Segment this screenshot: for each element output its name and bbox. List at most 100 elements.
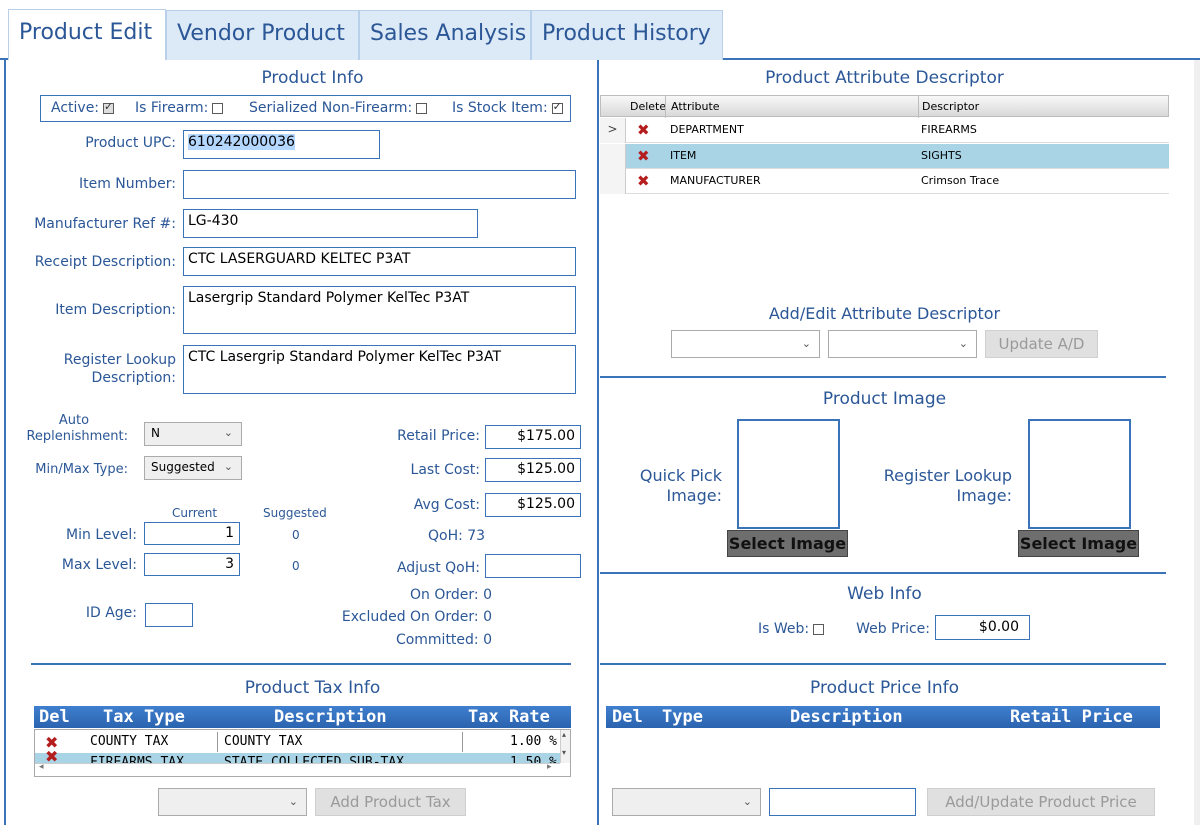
descriptor-cell: FIREARMS: [921, 123, 977, 136]
tax-del-header[interactable]: Del: [39, 707, 70, 727]
divider-left: [31, 663, 571, 665]
scroll-right-icon[interactable]: ▸: [547, 762, 552, 772]
id-age-input[interactable]: [145, 603, 193, 627]
attribute-row-selected[interactable]: ✖ ITEM SIGHTS: [600, 144, 1169, 169]
upc-label: Product UPC:: [85, 135, 176, 151]
tab-product-history[interactable]: Product History: [531, 10, 723, 60]
item-desc-input[interactable]: Lasergrip Standard Polymer KelTec P3AT: [183, 286, 576, 334]
descriptor-column-header[interactable]: Descriptor: [922, 100, 979, 113]
tax-type-header[interactable]: Tax Type: [103, 707, 185, 727]
quick-pick-select-image-button[interactable]: Select Image: [727, 530, 848, 557]
suggested-column-label: Suggested: [263, 506, 327, 520]
min-level-input[interactable]: 1: [144, 522, 240, 545]
attribute-select[interactable]: ⌄: [671, 330, 820, 358]
tax-row[interactable]: ✖ COUNTY TAX COUNTY TAX 1.00 %: [35, 732, 560, 752]
item-number-label: Item Number:: [78, 176, 176, 192]
attribute-cell: MANUFACTURER: [670, 174, 761, 187]
price-del-header[interactable]: Del: [612, 707, 643, 727]
excluded-on-order-text: Excluded On Order: 0: [341, 609, 492, 625]
retail-price-input[interactable]: $175.00: [485, 425, 581, 449]
update-ad-button[interactable]: Update A/D: [985, 330, 1098, 358]
receipt-desc-input[interactable]: CTC LASERGUARD KELTEC P3AT: [183, 247, 576, 276]
price-type-select[interactable]: ⌄: [612, 788, 761, 816]
firearm-label: Is Firearm:: [135, 100, 209, 116]
column-separator: [462, 732, 463, 752]
tab-product-edit[interactable]: Product Edit: [8, 9, 166, 61]
tax-description-header[interactable]: Description: [274, 707, 387, 727]
price-input[interactable]: [769, 788, 916, 816]
delete-x-icon[interactable]: ✖: [637, 172, 650, 190]
row-header[interactable]: >: [600, 118, 626, 143]
max-level-label: Max Level:: [61, 557, 137, 573]
tax-rate-header[interactable]: Tax Rate: [468, 707, 550, 727]
serialized-label: Serialized Non-Firearm:: [249, 100, 413, 116]
minmax-type-value: Suggested: [151, 460, 215, 474]
tab-vendor-product[interactable]: Vendor Product: [166, 10, 359, 60]
register-image-label-1: Register Lookup: [883, 466, 1012, 485]
web-price-input[interactable]: $0.00: [935, 615, 1030, 640]
adjust-qoh-label: Adjust QoH:: [396, 560, 480, 576]
tax-info-title: Product Tax Info: [244, 678, 381, 698]
add-update-product-price-button[interactable]: Add/Update Product Price: [927, 788, 1155, 816]
minmax-type-select[interactable]: Suggested ⌄: [144, 456, 242, 480]
select-image-label: Select Image: [728, 534, 847, 553]
delete-x-icon[interactable]: ✖: [637, 121, 650, 139]
upc-input[interactable]: 610242000036: [183, 130, 380, 159]
is-web-checkbox[interactable]: [813, 623, 825, 635]
tax-type-select[interactable]: ⌄: [158, 788, 307, 816]
delete-x-icon[interactable]: ✖: [637, 147, 650, 165]
vertical-scrollbar[interactable]: ▴ ▾: [560, 730, 570, 763]
register-desc-input[interactable]: CTC Lasergrip Standard Polymer KelTec P3…: [183, 345, 576, 394]
register-select-image-button[interactable]: Select Image: [1018, 530, 1139, 557]
register-lookup-image[interactable]: [1028, 419, 1131, 529]
last-cost-input[interactable]: $125.00: [485, 458, 581, 482]
add-product-tax-button[interactable]: Add Product Tax: [315, 788, 466, 816]
descriptor-cell: SIGHTS: [921, 149, 962, 162]
serialized-checkbox[interactable]: [416, 102, 428, 114]
retail-price-header[interactable]: Retail Price: [1010, 707, 1133, 727]
max-level-suggested: 0: [292, 559, 300, 573]
attribute-row[interactable]: ✖ MANUFACTURER Crimson Trace: [600, 169, 1169, 194]
descriptor-cell: Crimson Trace: [921, 174, 1000, 187]
attribute-row[interactable]: > ✖ DEPARTMENT FIREARMS: [600, 118, 1169, 143]
delete-column-header[interactable]: Delete: [630, 100, 666, 113]
receipt-desc-label: Receipt Description:: [34, 254, 176, 270]
auto-repl-select[interactable]: N ⌄: [144, 422, 242, 446]
chevron-down-icon: ⌄: [223, 460, 233, 473]
item-desc-label: Item Description:: [55, 302, 176, 318]
max-level-input[interactable]: 3: [144, 553, 240, 576]
adjust-qoh-input[interactable]: [485, 554, 581, 578]
upc-value: 610242000036: [188, 134, 295, 150]
scroll-down-icon[interactable]: ▾: [562, 748, 566, 757]
firearm-checkbox[interactable]: [212, 102, 224, 114]
horizontal-scrollbar[interactable]: ◂ ▸: [35, 762, 560, 776]
scroll-up-icon[interactable]: ▴: [562, 730, 566, 739]
quick-pick-image[interactable]: [737, 419, 840, 529]
auto-repl-label-1: Auto: [58, 413, 90, 428]
auto-repl-value: N: [151, 426, 160, 440]
retail-price-label: Retail Price:: [397, 428, 480, 444]
min-level-suggested: 0: [292, 528, 300, 542]
descriptor-select[interactable]: ⌄: [828, 330, 977, 358]
price-type-header[interactable]: Type: [662, 707, 703, 727]
active-checkbox[interactable]: [103, 100, 115, 114]
edit-attribute-title: Add/Edit Attribute Descriptor: [768, 304, 1001, 323]
price-info-title: Product Price Info: [810, 678, 959, 698]
scroll-left-icon[interactable]: ◂: [39, 762, 44, 772]
auto-repl-label-2: Replenishment:: [26, 429, 128, 444]
item-number-input[interactable]: [183, 170, 576, 199]
register-desc-label-1: Register Lookup: [63, 352, 176, 368]
stock-label: Is Stock Item:: [452, 100, 548, 116]
min-level-label: Min Level:: [66, 527, 137, 543]
tab-sales-analysis[interactable]: Sales Analysis: [359, 10, 531, 60]
row-header[interactable]: [600, 169, 626, 194]
price-description-header[interactable]: Description: [790, 707, 903, 727]
stock-checkbox[interactable]: [551, 100, 563, 114]
mfr-ref-input[interactable]: LG-430: [183, 209, 478, 238]
row-header[interactable]: [600, 144, 626, 169]
register-image-label-2: Image:: [956, 486, 1013, 505]
select-image-label: Select Image: [1019, 534, 1138, 553]
attribute-column-header[interactable]: Attribute: [671, 100, 720, 113]
avg-cost-input[interactable]: $125.00: [485, 493, 581, 517]
product-image-title: Product Image: [822, 389, 947, 409]
